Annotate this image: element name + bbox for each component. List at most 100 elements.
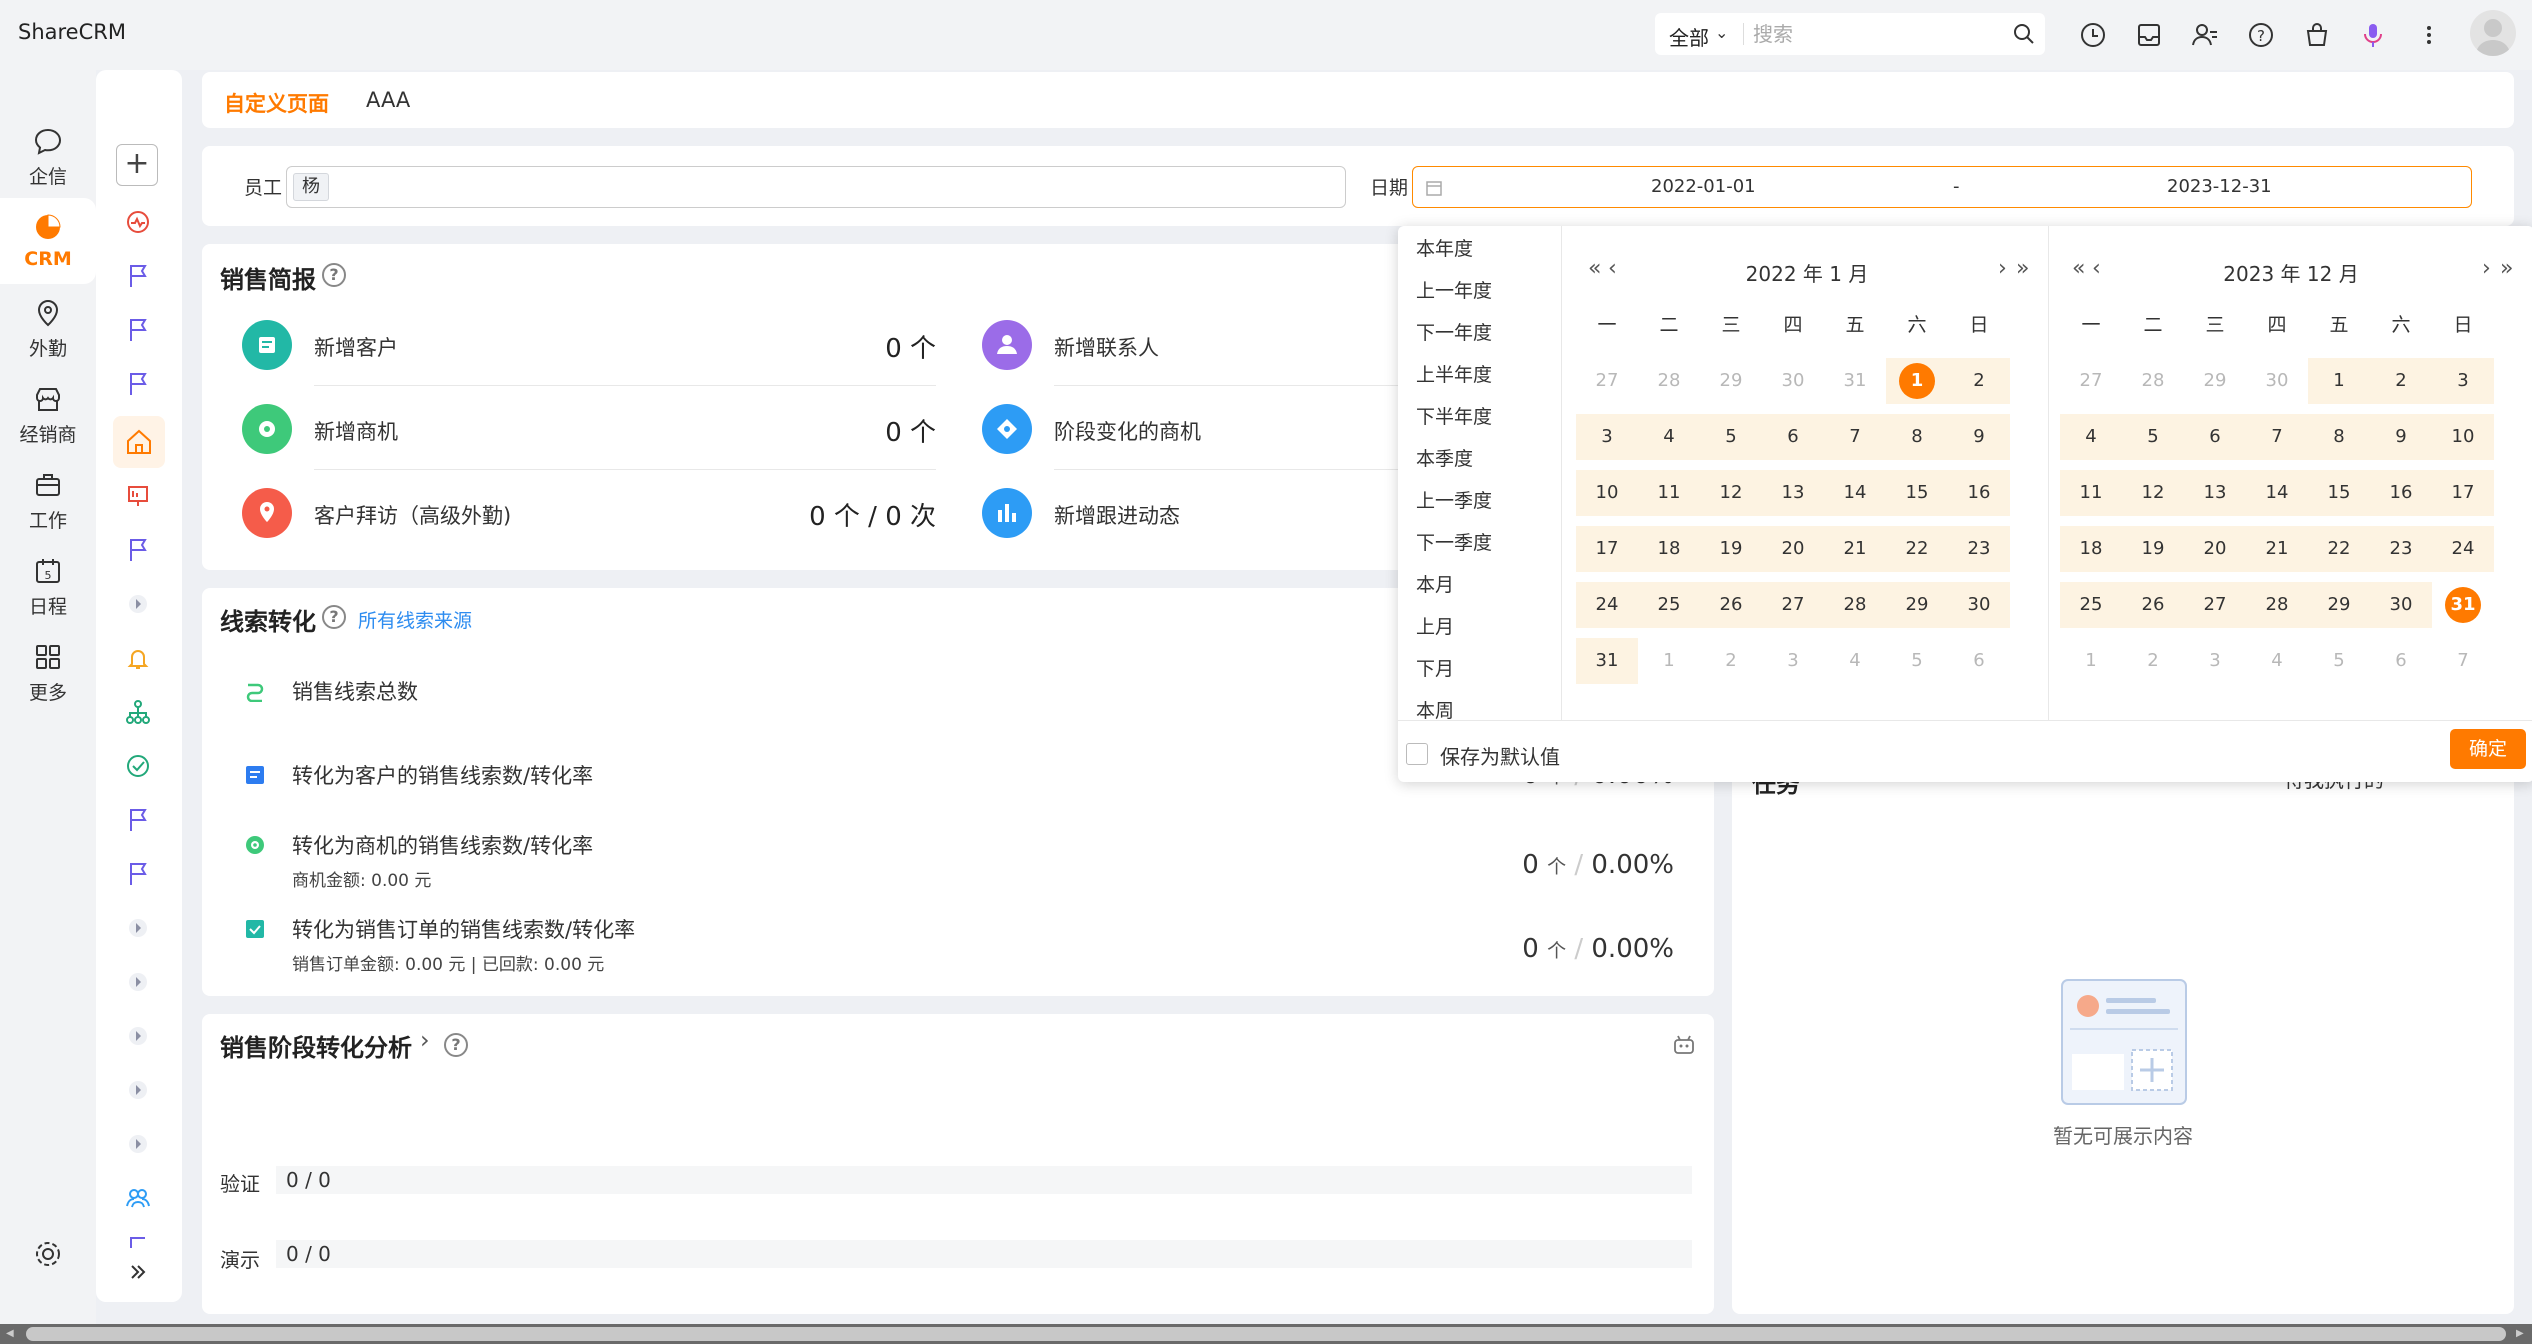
employee-tag[interactable]: 杨	[293, 173, 329, 201]
horizontal-scrollbar[interactable]: ◀ ▶	[0, 1324, 2532, 1344]
day-cell[interactable]: 9	[2370, 414, 2432, 460]
contacts-icon[interactable]	[2190, 20, 2220, 50]
day-cell[interactable]: 17	[2432, 470, 2494, 516]
day-cell[interactable]: 18	[2060, 526, 2122, 572]
nav-item-richeng[interactable]: 5 日程	[0, 542, 96, 628]
nav-item-gengduo[interactable]: 更多	[0, 628, 96, 714]
day-cell[interactable]: 23	[2370, 526, 2432, 572]
next-year-icon[interactable]: »	[2016, 256, 2030, 281]
day-cell[interactable]: 27	[2060, 358, 2122, 404]
scroll-right-icon[interactable]: ▶	[2516, 1328, 2524, 1339]
metric-new-customers[interactable]: 新增客户 0 个	[242, 306, 936, 386]
chevron-down-icon[interactable]: ⌄	[1715, 23, 1728, 42]
day-cell[interactable]: 8	[1886, 414, 1948, 460]
flag-icon[interactable]	[124, 860, 152, 888]
day-cell[interactable]: 6	[2370, 638, 2432, 684]
day-cell[interactable]: 7	[1824, 414, 1886, 460]
day-cell[interactable]: 24	[2432, 526, 2494, 572]
tab-custom-page[interactable]: 自定义页面	[224, 88, 329, 118]
flag-icon[interactable]	[124, 806, 152, 834]
day-cell[interactable]: 28	[1824, 582, 1886, 628]
check-circle-icon[interactable]	[124, 752, 152, 780]
day-cell[interactable]: 1	[2308, 358, 2370, 404]
shop-icon[interactable]	[2302, 20, 2332, 50]
day-cell[interactable]: 13	[2184, 470, 2246, 516]
inbox-icon[interactable]	[2134, 20, 2164, 50]
day-cell[interactable]: 4	[2246, 638, 2308, 684]
chevron-right-icon[interactable]: ›	[420, 1026, 430, 1054]
day-cell[interactable]: 5	[2308, 638, 2370, 684]
next-year-icon[interactable]: »	[2500, 256, 2514, 281]
help-icon[interactable]: ?	[322, 605, 346, 629]
scroll-left-icon[interactable]: ◀	[6, 1328, 14, 1339]
day-cell[interactable]: 15	[1886, 470, 1948, 516]
scrollbar-thumb[interactable]	[26, 1327, 2506, 1341]
next-month-icon[interactable]: ›	[1998, 256, 2007, 281]
presentation-icon[interactable]	[124, 482, 152, 510]
employee-selector[interactable]: 杨	[286, 166, 1346, 208]
search-icon[interactable]	[2013, 23, 2035, 45]
quick-range-item[interactable]: 本月	[1416, 570, 1454, 597]
date-end[interactable]: 2023-12-31	[2167, 176, 2272, 197]
day-cell[interactable]: 27	[2184, 582, 2246, 628]
day-cell[interactable]: 5	[1886, 638, 1948, 684]
day-cell[interactable]: 4	[1824, 638, 1886, 684]
quick-range-item[interactable]: 下半年度	[1416, 402, 1492, 429]
nav-item-jingxiaoshang[interactable]: 经销商	[0, 370, 96, 456]
day-cell[interactable]: 2	[2122, 638, 2184, 684]
day-cell[interactable]: 3	[1576, 414, 1638, 460]
day-cell[interactable]: 14	[1824, 470, 1886, 516]
day-cell[interactable]: 10	[2432, 414, 2494, 460]
confirm-button[interactable]: 确定	[2450, 729, 2526, 769]
day-cell[interactable]: 2	[1948, 358, 2010, 404]
day-cell[interactable]: 8	[2308, 414, 2370, 460]
quick-range-item[interactable]: 上月	[1416, 612, 1454, 639]
day-cell[interactable]: 20	[2184, 526, 2246, 572]
nav-item-crm[interactable]: CRM	[0, 198, 96, 284]
day-cell[interactable]: 1	[1638, 638, 1700, 684]
ai-robot-icon[interactable]	[1672, 1034, 1696, 1056]
nav-item-qixin[interactable]: 企信	[0, 112, 96, 198]
day-cell[interactable]: 30	[2246, 358, 2308, 404]
day-cell[interactable]: 16	[2370, 470, 2432, 516]
voice-assistant-icon[interactable]	[2358, 20, 2388, 50]
flag-icon[interactable]	[124, 1236, 152, 1248]
quick-range-item[interactable]: 上一季度	[1416, 486, 1492, 513]
caret-right-icon[interactable]	[124, 1076, 152, 1104]
day-cell[interactable]: 29	[2308, 582, 2370, 628]
day-cell[interactable]: 24	[1576, 582, 1638, 628]
day-cell-selected[interactable]: 31	[2432, 582, 2494, 628]
day-cell[interactable]: 5	[2122, 414, 2184, 460]
day-cell[interactable]: 17	[1576, 526, 1638, 572]
day-cell[interactable]: 21	[2246, 526, 2308, 572]
day-cell[interactable]: 25	[2060, 582, 2122, 628]
caret-right-icon[interactable]	[124, 590, 152, 618]
flag-icon[interactable]	[124, 536, 152, 564]
day-cell[interactable]: 25	[1638, 582, 1700, 628]
quick-range-item[interactable]: 上一年度	[1416, 276, 1492, 303]
day-cell[interactable]: 1	[2060, 638, 2122, 684]
caret-right-icon[interactable]	[124, 968, 152, 996]
search-input[interactable]	[1753, 19, 2003, 49]
day-cell[interactable]: 30	[2370, 582, 2432, 628]
day-cell[interactable]: 31	[1576, 638, 1638, 684]
day-cell[interactable]: 27	[1762, 582, 1824, 628]
home-shortcut-selected[interactable]	[113, 416, 165, 468]
day-cell[interactable]: 28	[1638, 358, 1700, 404]
day-cell[interactable]: 12	[1700, 470, 1762, 516]
history-icon[interactable]	[2078, 20, 2108, 50]
day-cell[interactable]: 11	[2060, 470, 2122, 516]
day-cell[interactable]: 20	[1762, 526, 1824, 572]
gear-icon[interactable]	[32, 1238, 64, 1270]
day-cell[interactable]: 13	[1762, 470, 1824, 516]
day-cell[interactable]: 6	[1948, 638, 2010, 684]
avatar[interactable]	[2470, 10, 2516, 56]
quick-range-item[interactable]: 上半年度	[1416, 360, 1492, 387]
day-cell[interactable]: 10	[1576, 470, 1638, 516]
help-icon[interactable]: ?	[444, 1033, 468, 1057]
day-cell-selected[interactable]: 1	[1886, 358, 1948, 404]
flag-icon[interactable]	[124, 316, 152, 344]
day-cell[interactable]: 21	[1824, 526, 1886, 572]
day-cell[interactable]: 6	[1762, 414, 1824, 460]
day-cell[interactable]: 26	[1700, 582, 1762, 628]
